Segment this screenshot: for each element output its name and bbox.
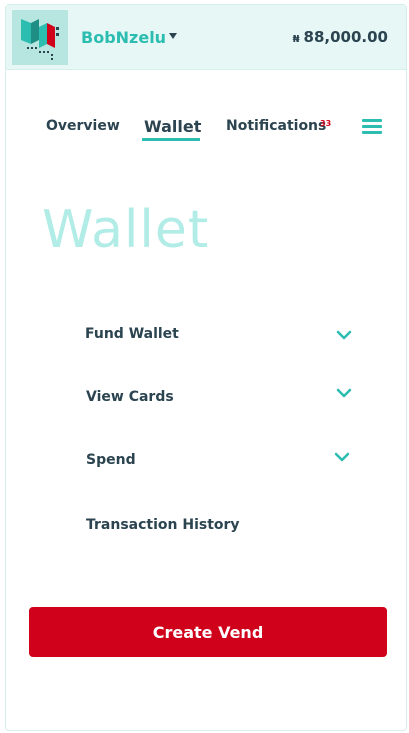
logo-graphic: [12, 10, 68, 65]
caret-down-icon[interactable]: [169, 33, 177, 39]
balance-amount: 88,000.00: [303, 28, 388, 46]
menu-item-transaction-history[interactable]: Transaction History: [86, 517, 240, 533]
create-vend-button[interactable]: Create Vend: [29, 607, 387, 657]
page-title: Wallet: [42, 200, 210, 260]
menu-item-fund-wallet[interactable]: Fund Wallet: [85, 326, 179, 342]
notification-count-badge: 33: [320, 119, 332, 128]
tab-notifications[interactable]: Notifications: [226, 118, 326, 134]
chevron-down-icon[interactable]: [334, 452, 350, 462]
tab-wallet[interactable]: Wallet: [144, 117, 201, 136]
currency-symbol: ₦: [292, 34, 300, 45]
active-tab-indicator: [142, 138, 200, 141]
tab-overview[interactable]: Overview: [46, 118, 120, 134]
top-bar: BobNzelu ₦ 88,000.00: [6, 5, 406, 70]
chevron-down-icon[interactable]: [336, 330, 352, 340]
main-nav: Overview Wallet Notifications 33: [0, 116, 409, 146]
chevron-down-icon[interactable]: [336, 388, 352, 398]
menu-item-view-cards[interactable]: View Cards: [86, 389, 174, 405]
hamburger-menu-icon[interactable]: [362, 119, 382, 135]
brand-logo[interactable]: [12, 10, 68, 65]
menu-item-spend[interactable]: Spend: [86, 452, 136, 468]
username-label[interactable]: BobNzelu: [81, 28, 166, 47]
wallet-balance: ₦ 88,000.00: [293, 28, 388, 46]
